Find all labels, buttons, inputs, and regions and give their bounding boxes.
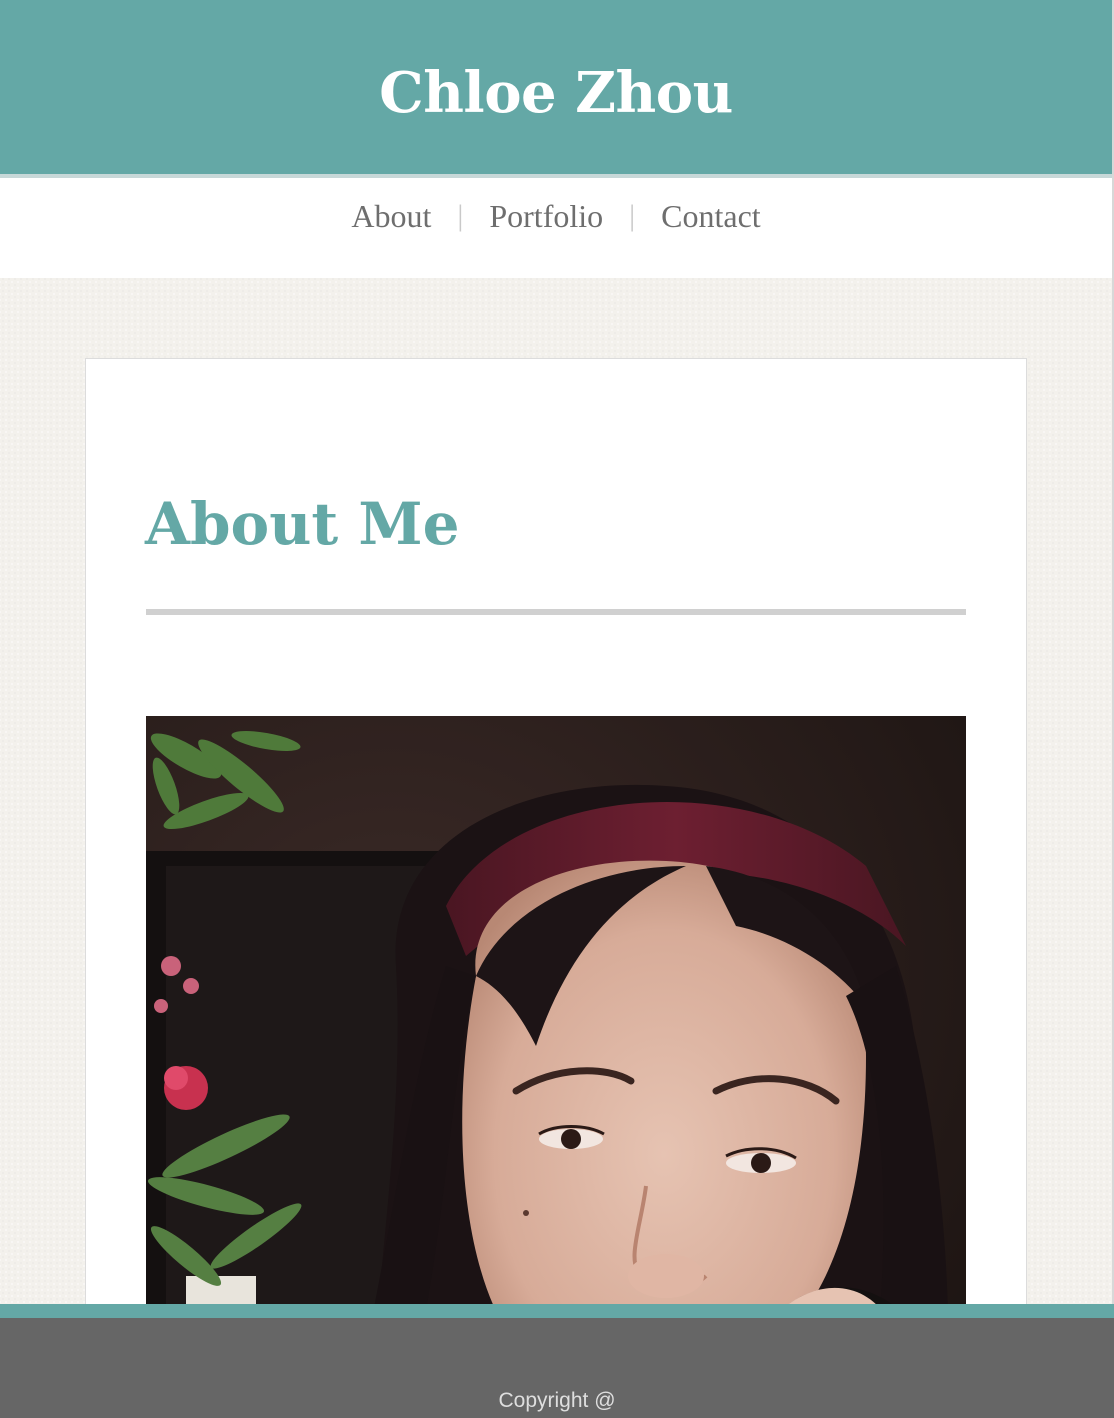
main-nav: About | Portfolio | Contact [0,178,1112,278]
title-divider [146,609,966,615]
nav-separator: | [457,199,464,232]
nav-link-contact[interactable]: Contact [661,196,761,236]
site-footer: Copyright @ [0,1318,1114,1418]
nav-separator: | [629,199,636,232]
nav-link-portfolio[interactable]: Portfolio [489,196,603,236]
content-card: About Me [85,358,1027,1418]
nav-link-about[interactable]: About [351,196,431,236]
section-title: About Me [145,490,460,558]
copyright-text: Copyright @ [498,1389,616,1412]
footer-accent-stripe [0,1304,1114,1318]
nav-links: About | Portfolio | Contact [351,196,760,236]
site-header: Chloe Zhou [0,0,1112,178]
site-title[interactable]: Chloe Zhou [0,0,1112,128]
